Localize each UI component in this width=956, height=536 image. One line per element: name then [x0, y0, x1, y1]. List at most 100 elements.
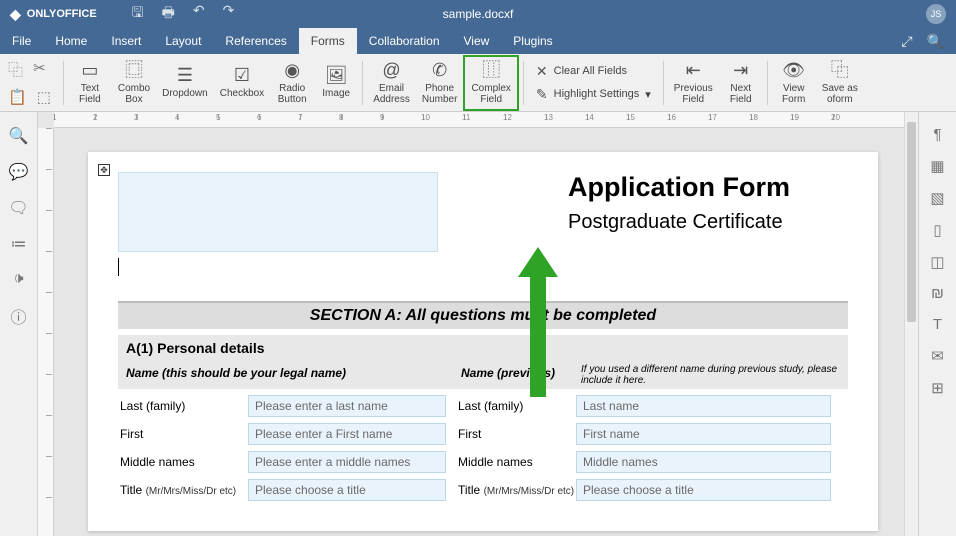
a1-header: A(1) Personal details	[118, 335, 848, 361]
name-previous-header: Name (previous)	[453, 361, 573, 389]
save-icon[interactable]: 🖫	[132, 2, 144, 26]
prev-title-label: Title (Mr/Mrs/Miss/Dr etc)	[446, 483, 576, 497]
form-settings-icon[interactable]: ⊞	[931, 379, 944, 397]
title-field[interactable]: Please choose a title	[248, 479, 446, 501]
image-settings-icon[interactable]: ▧	[930, 189, 944, 207]
user-avatar[interactable]: JS	[926, 4, 946, 24]
chart-icon[interactable]: ₪	[931, 285, 944, 302]
complex-field-button[interactable]: ⿲Complex Field	[463, 55, 518, 111]
feedback-icon[interactable]: 🕩	[13, 270, 23, 288]
shape-icon[interactable]: ◫	[930, 253, 944, 271]
chat-icon[interactable]: 🗨	[8, 198, 28, 218]
left-sidebar: 🔍 💬 🗨 ≔ 🕩 ⓘ	[0, 112, 38, 536]
first-name-field[interactable]: Please enter a First name	[248, 423, 446, 445]
middle-names-field[interactable]: Please enter a middle names	[248, 451, 446, 473]
menu-layout[interactable]: Layout	[153, 28, 213, 54]
copy-icon[interactable]: ⿻	[8, 59, 23, 80]
mail-merge-icon[interactable]: ✉	[931, 347, 944, 365]
title-label: Title (Mr/Mrs/Miss/Dr etc)	[118, 483, 248, 497]
header-footer-icon[interactable]: ▯	[933, 221, 941, 239]
open-location-icon[interactable]: ⤢	[901, 33, 912, 50]
vertical-ruler[interactable]	[38, 128, 54, 536]
combo-box-button[interactable]: ⿴Combo Box	[112, 59, 156, 107]
document-filename[interactable]: sample.docxf	[443, 7, 514, 21]
text-field-button[interactable]: ▭Text Field	[68, 59, 112, 107]
email-address-button[interactable]: @Email Address	[367, 59, 416, 107]
clear-all-fields-button[interactable]: ✕Clear All Fields	[536, 63, 651, 80]
redo-icon[interactable]: ↷	[223, 2, 235, 26]
menu-bar: File Home Insert Layout References Forms…	[0, 28, 956, 54]
app-logo: ◆ ONLYOFFICE	[10, 6, 97, 23]
highlight-settings-button[interactable]: ✎Highlight Settings ▾	[536, 86, 651, 103]
prev-first-name-field[interactable]: First name	[576, 423, 831, 445]
document-page[interactable]: ✥ Application Form Postgraduate Certific…	[88, 152, 878, 531]
clear-icon: ✕	[536, 63, 548, 80]
find-icon[interactable]: 🔍	[9, 126, 29, 146]
prev-middle-names-label: Middle names	[446, 455, 576, 469]
menu-references[interactable]: References	[213, 28, 298, 54]
name-legal-header: Name (this should be your legal name)	[118, 361, 453, 389]
last-name-label: Last (family)	[118, 399, 248, 413]
menu-home[interactable]: Home	[43, 28, 99, 54]
headings-icon[interactable]: ≔	[11, 234, 27, 254]
middle-names-label: Middle names	[118, 455, 248, 469]
view-icon: 👁	[782, 61, 805, 81]
menu-forms[interactable]: Forms	[299, 28, 357, 54]
next-field-icon: ⇥	[733, 61, 748, 81]
prev-middle-names-field[interactable]: Middle names	[576, 451, 831, 473]
select-icon[interactable]: ⬚	[37, 88, 51, 106]
next-field-button[interactable]: ⇥Next Field	[719, 59, 763, 107]
paragraph-icon[interactable]: ¶	[933, 126, 941, 143]
print-icon[interactable]: 🖶	[162, 2, 175, 26]
horizontal-ruler[interactable]: 1234567891011121314151617181920	[54, 112, 918, 128]
previous-field-button[interactable]: ⇤Previous Field	[668, 59, 719, 107]
text-cursor	[118, 258, 119, 276]
prev-title-field[interactable]: Please choose a title	[576, 479, 831, 501]
dropdown-button[interactable]: ☰Dropdown	[156, 64, 214, 101]
save-as-oform-button[interactable]: ⿻Save as oform	[816, 59, 864, 107]
checkbox-button[interactable]: ☑Checkbox	[214, 64, 270, 101]
right-sidebar: ¶ ▦ ▧ ▯ ◫ ₪ T ✉ ⊞	[918, 112, 956, 536]
scrollbar-thumb[interactable]	[907, 122, 916, 322]
paste-icon[interactable]: 📋	[8, 88, 27, 106]
first-name-label: First	[118, 427, 248, 441]
prev-last-name-field[interactable]: Last name	[576, 395, 831, 417]
undo-icon[interactable]: ↶	[193, 2, 205, 26]
anchor-icon[interactable]: ✥	[98, 164, 110, 176]
prev-first-name-label: First	[446, 427, 576, 441]
menu-plugins[interactable]: Plugins	[501, 28, 564, 54]
dropdown-icon: ☰	[177, 66, 193, 86]
complex-field-icon: ⿲	[482, 61, 500, 81]
last-name-field[interactable]: Please enter a last name	[248, 395, 446, 417]
comments-icon[interactable]: 💬	[9, 162, 29, 182]
doc-title: Application Form	[568, 172, 848, 203]
image-button[interactable]: 🖼Image	[314, 64, 358, 101]
cut-icon[interactable]: ✂	[33, 59, 46, 80]
view-form-button[interactable]: 👁View Form	[772, 59, 816, 107]
about-icon[interactable]: ⓘ	[10, 304, 26, 328]
menu-view[interactable]: View	[452, 28, 502, 54]
menu-insert[interactable]: Insert	[99, 28, 153, 54]
editor-area[interactable]: 1234567891011121314151617181920 ✥ Applic…	[38, 112, 918, 536]
menu-collaboration[interactable]: Collaboration	[357, 28, 452, 54]
menu-file[interactable]: File	[0, 28, 43, 54]
textart-icon[interactable]: T	[933, 316, 942, 333]
image-icon: 🖼	[325, 66, 348, 86]
email-icon: @	[382, 61, 400, 81]
doc-subtitle: Postgraduate Certificate	[568, 211, 848, 234]
search-icon[interactable]: 🔍	[927, 33, 944, 50]
save-as-icon: ⿻	[831, 61, 849, 81]
chevron-down-icon: ▾	[645, 88, 651, 101]
phone-number-button[interactable]: ✆Phone Number	[416, 59, 464, 107]
vertical-scrollbar[interactable]	[904, 112, 918, 536]
app-name: ONLYOFFICE	[27, 8, 97, 20]
quick-access: 🖫 🖶 ↶ ↷	[132, 2, 235, 26]
title-bar: ◆ ONLYOFFICE 🖫 🖶 ↶ ↷ sample.docxf JS	[0, 0, 956, 28]
radio-button-button[interactable]: ◉Radio Button	[270, 59, 314, 107]
prev-field-icon: ⇤	[686, 61, 701, 81]
header-image-placeholder[interactable]	[118, 172, 438, 252]
table-icon[interactable]: ▦	[930, 157, 944, 175]
section-a-header: SECTION A: All questions must be complet…	[118, 301, 848, 329]
highlight-icon: ✎	[536, 86, 548, 103]
combo-box-icon: ⿴	[125, 61, 143, 81]
